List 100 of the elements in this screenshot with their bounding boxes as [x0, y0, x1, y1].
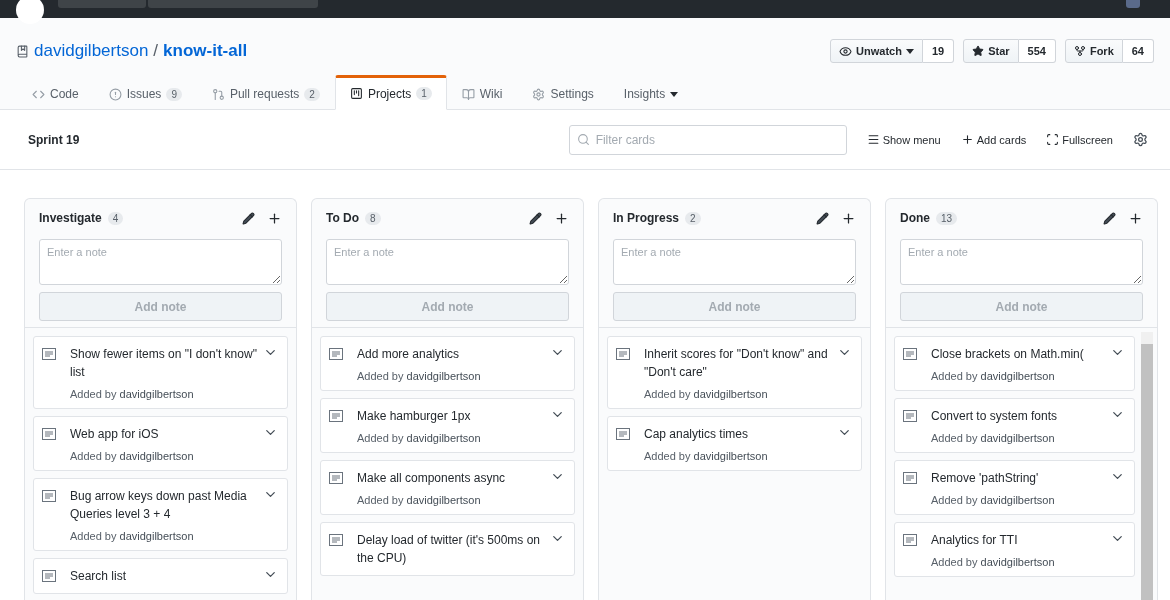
menu-icon — [866, 133, 880, 146]
card-title: Cap analytics times — [643, 426, 750, 443]
note-card[interactable]: Make hamburger 1px Added by davidgilbertson — [320, 398, 575, 453]
column-title: To Do — [326, 211, 360, 225]
owner-link[interactable]: davidgilbertson — [34, 41, 149, 61]
note-icon — [903, 410, 917, 422]
scrollbar[interactable] — [1141, 332, 1153, 600]
note-field[interactable]: Enter a note — [39, 239, 282, 285]
menu-button[interactable]: Show menu — [866, 133, 941, 146]
tab-counter: 9 — [166, 87, 182, 101]
card-title: Remove 'pathString' — [930, 470, 1040, 487]
fork-button[interactable]: Fork — [1064, 39, 1123, 63]
note-card[interactable]: Show fewer items on "I don't know" list Added by davidgilbertson — [33, 336, 288, 409]
card-count: 2 — [685, 211, 701, 225]
caret-icon — [670, 91, 679, 97]
caret-icon — [905, 48, 914, 54]
note-card[interactable]: Remove 'pathString' Added by davidgilbertson — [894, 460, 1135, 515]
plus-icon[interactable] — [841, 210, 856, 226]
card-author: Added by davidgilbertson — [930, 555, 1056, 568]
board-icon — [349, 87, 363, 100]
star-icon — [972, 45, 985, 57]
note-icon — [42, 348, 56, 360]
note-icon — [42, 570, 56, 582]
repo-tab[interactable]: Pull requests 2 — [196, 75, 335, 110]
card-count: 13 — [936, 211, 958, 225]
card-title: Bug arrow keys down past Media Queries level 3 + 4 — [69, 488, 248, 523]
card-title: Search list — [69, 568, 128, 585]
note-card[interactable]: Make all components async Added by davidgilbertson — [320, 460, 575, 515]
edit-icon[interactable] — [529, 211, 542, 225]
watch-button[interactable]: Unwatch — [830, 39, 923, 63]
card-author: Added by davidgilbertson — [356, 369, 482, 382]
path-separator: / — [153, 41, 159, 61]
plus-icon[interactable] — [267, 210, 282, 226]
card-title: Make hamburger 1px — [356, 408, 472, 425]
star-button[interactable]: Star — [963, 39, 1019, 63]
note-icon — [329, 410, 343, 422]
repo-name-link[interactable]: know-it-all — [163, 41, 248, 61]
plus-icon[interactable] — [1128, 210, 1143, 226]
plus-icon[interactable] — [554, 210, 569, 226]
note-card[interactable]: Web app for iOS Added by davidgilbertson — [33, 416, 288, 471]
repo-tab[interactable]: Projects 1 — [334, 75, 447, 110]
card-title: Make all components async — [356, 470, 507, 487]
note-icon — [42, 490, 56, 502]
watch-count[interactable]: 19 — [922, 39, 955, 63]
add-button[interactable]: Add cards — [960, 133, 1027, 146]
edit-icon[interactable] — [242, 211, 255, 225]
fullscreen-button[interactable]: Fullscreen — [1046, 133, 1113, 146]
card-title: Analytics for TTI — [930, 532, 1019, 549]
note-icon — [329, 534, 343, 546]
card-author: Added by davidgilbertson — [930, 369, 1056, 382]
card-author: Added by davidgilbertson — [930, 493, 1056, 506]
note-icon — [329, 472, 343, 484]
plus-icon — [960, 133, 974, 146]
star-count[interactable]: 554 — [1018, 39, 1056, 63]
card-author: Added by davidgilbertson — [356, 493, 482, 506]
card-title: Close brackets on Math.min( — [930, 346, 1085, 363]
column-title: In Progress — [613, 211, 680, 225]
repo-tab[interactable]: Code — [17, 75, 94, 110]
card-count: 4 — [107, 211, 124, 225]
note-field[interactable]: Enter a note — [900, 239, 1143, 285]
edit-icon[interactable] — [1103, 211, 1116, 225]
note-icon — [616, 348, 630, 360]
project-title: Sprint 19 — [28, 132, 81, 147]
tab-counter: 1 — [416, 87, 432, 100]
pull-request-icon — [211, 87, 225, 101]
column-title: Done — [900, 211, 930, 225]
logo-icon[interactable] — [16, 0, 44, 24]
repo-tab[interactable]: Settings — [517, 75, 609, 110]
note-field[interactable]: Enter a note — [613, 239, 856, 285]
note-card[interactable]: Inherit scores for "Don't know" and "Don't care" Added by davidgilbertson — [607, 336, 862, 409]
note-card[interactable]: Bug arrow keys down past Media Queries level 3 + 4 Added by davidgilbertson — [33, 478, 288, 551]
repo-tab[interactable]: Insights — [608, 75, 694, 110]
card-title: Web app for iOS — [69, 426, 160, 443]
note-card[interactable]: Close brackets on Math.min( Added by davidgilbertson — [894, 336, 1135, 391]
note-field[interactable]: Enter a note — [326, 239, 569, 285]
note-card[interactable]: Delay load of twitter (it's 500ms on the CPU) — [320, 522, 575, 576]
filter-field[interactable]: Filter cards — [568, 124, 847, 155]
note-card[interactable]: Convert to system fonts Added by davidgilbertson — [894, 398, 1135, 453]
card-title: Add more analytics — [356, 346, 461, 363]
repo-tab[interactable]: Issues 9 — [93, 75, 197, 110]
fullscreen-icon — [1046, 133, 1060, 146]
card-title: Convert to system fonts — [930, 408, 1059, 425]
alert-icon — [108, 87, 122, 101]
note-icon — [329, 348, 343, 360]
repo-icon — [16, 44, 29, 58]
book-icon — [461, 87, 475, 101]
note-card[interactable]: Search list — [33, 558, 288, 594]
settings-icon[interactable] — [1133, 132, 1148, 147]
edit-icon[interactable] — [816, 211, 829, 225]
gear-icon — [532, 87, 546, 101]
repo-tab[interactable]: Wiki — [446, 75, 518, 110]
card-title: Show fewer items on "I don't know" list — [69, 346, 258, 381]
fork-count[interactable]: 64 — [1122, 39, 1154, 63]
note-card[interactable]: Analytics for TTI Added by davidgilbertson — [894, 522, 1135, 577]
card-author: Added by davidgilbertson — [69, 387, 195, 400]
card-title: Inherit scores for "Don't know" and "Don't care" — [643, 346, 829, 381]
note-card[interactable]: Cap analytics times Added by davidgilbertson — [607, 416, 862, 471]
search-icon — [576, 132, 590, 146]
note-card[interactable]: Add more analytics Added by davidgilbertson — [320, 336, 575, 391]
note-icon — [616, 428, 630, 440]
